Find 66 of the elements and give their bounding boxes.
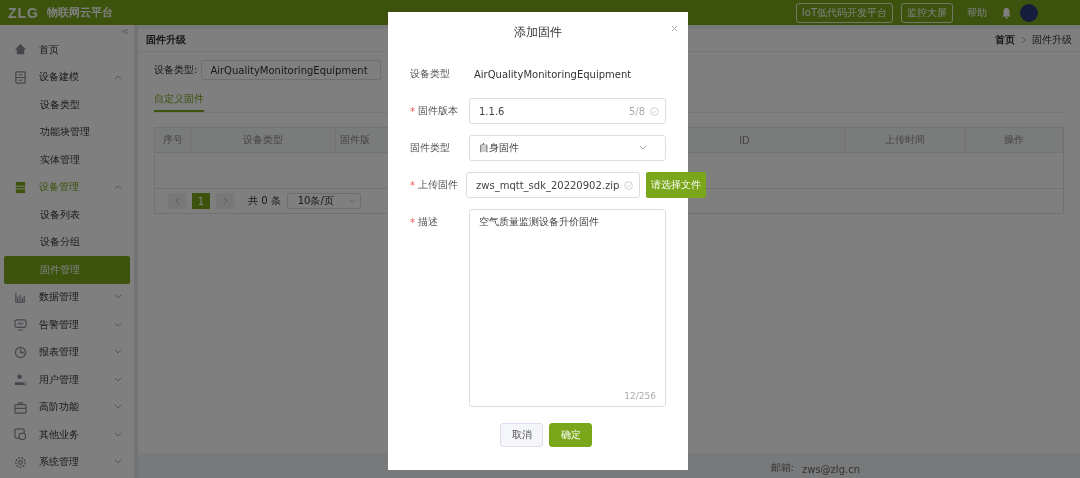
check-circle-icon [624, 180, 634, 190]
required-mark: * [410, 105, 415, 117]
breadcrumb-item[interactable]: 首页 [995, 33, 1015, 47]
sidebar-item[interactable]: 用户管理 [0, 366, 134, 394]
server-icon [14, 70, 27, 84]
sidebar-subitem[interactable]: 设备列表 [4, 201, 130, 229]
avatar[interactable] [1020, 3, 1038, 22]
page-title: 固件升级 [146, 33, 187, 47]
description-textarea[interactable]: 空气质量监测设备升价固件 12/256 [469, 209, 666, 407]
sidebar-item[interactable]: 设备建模 [0, 63, 134, 91]
footer-label: 邮箱: [770, 461, 794, 475]
filter-label: 设备类型: [154, 63, 198, 77]
close-icon[interactable] [671, 25, 678, 32]
logo: ZLG [8, 4, 39, 21]
list-icon [14, 180, 27, 194]
device-type-field[interactable]: AirQualityMonitoringEquipment [201, 60, 382, 80]
sidebar-subitem[interactable]: 固件管理 [4, 256, 130, 284]
header-button[interactable]: 监控大屏 [901, 2, 953, 23]
sidebar-item[interactable]: 数据管理 [0, 283, 134, 311]
monitor-icon [14, 318, 27, 332]
dropdown-icon [348, 198, 356, 204]
sidebar-item[interactable]: 首页 [0, 36, 134, 64]
required-mark: * [410, 216, 415, 228]
field-label: 固件版本 [418, 104, 458, 118]
chevron-left-icon [174, 197, 180, 205]
field-value: AirQualityMonitoringEquipment [473, 68, 632, 80]
footer-email: zws@zlg.cn [801, 464, 860, 475]
page-size-select[interactable]: 10条/页 [286, 193, 361, 209]
sidebar-item[interactable]: 系统管理 [0, 448, 134, 476]
choose-file-button[interactable]: 请选择文件 [646, 172, 707, 198]
field-label: 描述 [418, 215, 438, 229]
chevron-right-icon [1021, 36, 1026, 44]
file-input[interactable]: zws_mqtt_sdk_20220902.zip [466, 172, 641, 198]
field-label: 固件类型 [410, 141, 450, 155]
breadcrumb-item[interactable]: 固件升级 [1032, 33, 1072, 47]
sidebar-subitem[interactable]: 设备类型 [4, 91, 130, 119]
bell-icon[interactable] [1001, 6, 1012, 19]
type-select[interactable]: 自身固件 [469, 135, 666, 161]
cancel-button[interactable]: 取消 [500, 423, 543, 447]
total-count: 共 0 条 [248, 194, 281, 208]
dropdown-icon [639, 145, 647, 151]
user-icon [14, 373, 27, 387]
clock-icon [14, 428, 27, 442]
sidebar-subitem[interactable]: 功能块管理 [4, 118, 130, 146]
confirm-button[interactable]: 确定 [549, 423, 592, 447]
gear-icon [14, 455, 27, 469]
sidebar-subitem[interactable]: 实体管理 [4, 146, 130, 174]
sidebar-item[interactable]: 告警管理 [0, 311, 134, 339]
clock-icon [14, 345, 27, 359]
required-mark: * [410, 179, 415, 191]
sidebar-item[interactable]: 其他业务 [0, 421, 134, 449]
bar-chart-icon [14, 290, 27, 304]
sidebar-subitem[interactable]: 设备分组 [4, 228, 130, 256]
sidebar-item[interactable]: 报表管理 [0, 338, 134, 366]
dialog-title: 添加固件 [513, 24, 563, 41]
collapse-icon[interactable] [122, 29, 128, 34]
home-icon [14, 43, 27, 57]
field-label: 上传固件 [418, 178, 458, 192]
briefcase-icon [14, 400, 27, 414]
sidebar-item[interactable]: 高阶功能 [0, 393, 134, 421]
version-input[interactable]: 1.1.6 5/8 [469, 98, 666, 124]
field-label: 设备类型 [410, 67, 450, 81]
chevron-right-icon [222, 197, 228, 205]
check-circle-icon [650, 106, 659, 116]
help-link[interactable]: 帮助 [967, 5, 987, 20]
platform-title: 物联网云平台 [47, 5, 113, 20]
